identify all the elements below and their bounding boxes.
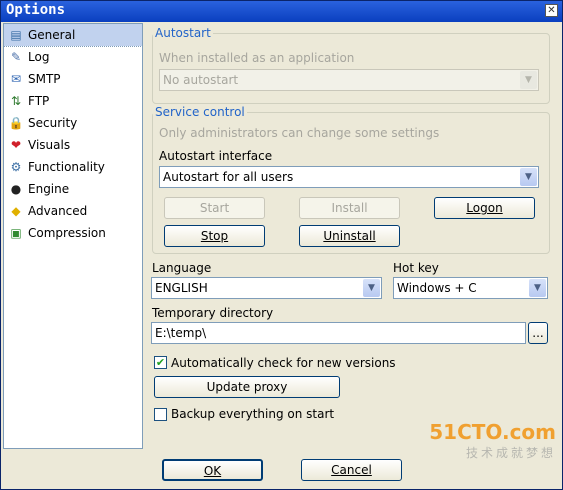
- nav-item-functionality[interactable]: ⚙ Functionality: [4, 156, 142, 178]
- logon-label: Logon: [466, 201, 503, 215]
- category-list: ▤ General ✎ Log ✉ SMTP ⇅ FTP 🔒 Security ❤ Visuals ⚙ F…: [3, 23, 143, 449]
- nav-item-ftp[interactable]: ⇅ FTP: [4, 90, 142, 112]
- autostart-legend: Autostart: [155, 26, 211, 40]
- watermark: 51CTO.com 技术成就梦想: [429, 420, 556, 461]
- nav-item-smtp[interactable]: ✉ SMTP: [4, 68, 142, 90]
- nav-item-engine[interactable]: ● Engine: [4, 178, 142, 200]
- smtp-icon: ✉: [10, 72, 22, 86]
- nav-item-label: Advanced: [28, 204, 88, 218]
- temp-dir-label: Temporary directory: [152, 306, 274, 320]
- stop-label: Stop: [200, 229, 229, 243]
- check-versions-label[interactable]: Automatically check for new versions: [171, 356, 396, 370]
- uninstall-button[interactable]: Uninstall: [299, 225, 400, 247]
- heart-icon: ❤: [10, 138, 22, 152]
- install-button[interactable]: Install: [299, 197, 400, 219]
- cancel-button[interactable]: Cancel: [301, 459, 402, 481]
- stop-button[interactable]: Stop: [164, 225, 265, 247]
- hotkey-value: Windows + C: [397, 281, 477, 295]
- service-control-legend: Service control: [155, 105, 245, 119]
- check-mark-icon: ✔: [155, 356, 166, 369]
- start-button[interactable]: Start: [164, 197, 265, 219]
- check-versions-checkbox[interactable]: ✔: [154, 356, 167, 369]
- compression-icon: ▣: [10, 226, 22, 240]
- ftp-icon: ⇅: [10, 94, 22, 108]
- nav-item-label: Visuals: [28, 138, 71, 152]
- close-button[interactable]: ✕: [545, 4, 558, 17]
- nav-item-label: General: [28, 28, 76, 42]
- lock-icon: 🔒: [8, 116, 24, 130]
- browse-button[interactable]: ...: [528, 322, 548, 344]
- nav-item-label: FTP: [28, 94, 50, 108]
- nav-item-label: Security: [28, 116, 78, 130]
- chevron-down-icon: ▼: [363, 279, 380, 297]
- chevron-down-icon: ▼: [520, 168, 537, 186]
- autostart-interface-value: Autostart for all users: [163, 170, 294, 184]
- title-bar[interactable]: Options ✕: [1, 1, 562, 22]
- language-value: ENGLISH: [155, 281, 208, 295]
- logon-button[interactable]: Logon: [434, 197, 535, 219]
- service-hint: Only administrators can change some sett…: [159, 126, 440, 140]
- cube-icon: ◆: [11, 204, 21, 218]
- nav-item-log[interactable]: ✎ Log: [4, 46, 142, 68]
- nav-item-visuals[interactable]: ❤ Visuals: [4, 134, 142, 156]
- temp-dir-input[interactable]: E:\temp\: [151, 322, 526, 344]
- watermark-tagline: 技术成就梦想: [465, 446, 556, 460]
- nav-item-security[interactable]: 🔒 Security: [4, 112, 142, 134]
- autostart-group: Autostart: [152, 26, 550, 104]
- nav-item-label: SMTP: [28, 72, 61, 86]
- backup-label[interactable]: Backup everything on start: [171, 407, 334, 421]
- nav-item-compression[interactable]: ▣ Compression: [4, 222, 142, 244]
- options-window: Options ✕ ▤ General ✎ Log ✉ SMTP ⇅ FTP 🔒 Security…: [0, 0, 563, 490]
- update-proxy-button[interactable]: Update proxy: [154, 376, 340, 398]
- engine-icon: ●: [10, 182, 22, 196]
- backup-checkbox[interactable]: [154, 408, 167, 421]
- chevron-down-icon: ▼: [529, 279, 546, 297]
- language-label: Language: [152, 261, 212, 275]
- autostart-select[interactable]: No autostart ▼: [159, 69, 539, 91]
- log-icon: ✎: [10, 50, 22, 64]
- functionality-icon: ⚙: [10, 160, 22, 174]
- nav-item-label: Engine: [28, 182, 70, 196]
- cancel-label: Cancel: [331, 463, 372, 477]
- close-icon: ✕: [547, 5, 556, 16]
- general-icon: ▤: [10, 28, 22, 42]
- nav-item-general[interactable]: ▤ General: [3, 23, 143, 47]
- nav-item-advanced[interactable]: ◆ Advanced: [4, 200, 142, 222]
- uninstall-label: Uninstall: [323, 229, 376, 243]
- nav-item-label: Functionality: [28, 160, 105, 174]
- autostart-value: No autostart: [163, 73, 239, 87]
- hotkey-label: Hot key: [393, 261, 439, 275]
- window-title: Options: [6, 2, 66, 18]
- hotkey-select[interactable]: Windows + C ▼: [393, 277, 548, 299]
- ok-button[interactable]: OK: [162, 459, 263, 481]
- watermark-logo: 51CTO.com: [429, 420, 556, 444]
- chevron-down-icon: ▼: [520, 71, 537, 89]
- ok-label: OK: [203, 464, 222, 478]
- autostart-hint: When installed as an application: [159, 51, 355, 65]
- language-select[interactable]: ENGLISH ▼: [151, 277, 382, 299]
- nav-item-label: Log: [28, 50, 50, 64]
- autostart-interface-label: Autostart interface: [159, 149, 273, 163]
- autostart-interface-select[interactable]: Autostart for all users ▼: [159, 166, 539, 188]
- nav-item-label: Compression: [28, 226, 106, 240]
